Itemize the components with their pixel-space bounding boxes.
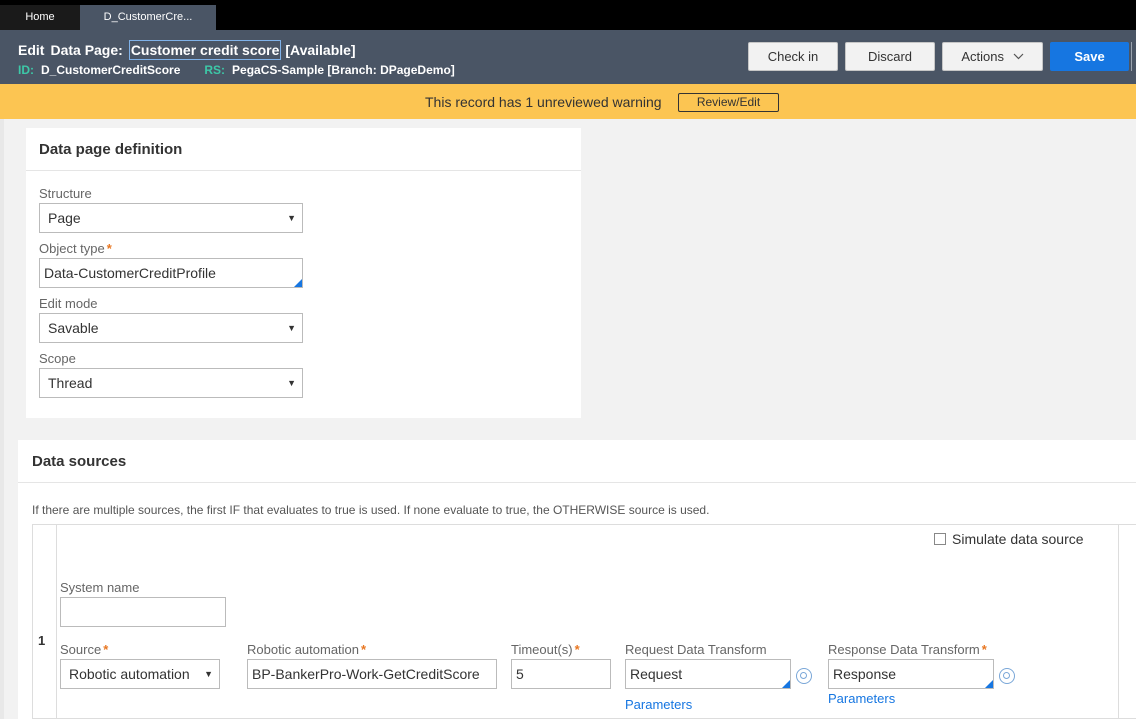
response-data-transform-input[interactable]: Response (828, 659, 994, 689)
id-key: ID: (18, 63, 34, 77)
edit-mode-select[interactable]: Savable ▼ (39, 313, 303, 343)
system-name-input[interactable] (60, 597, 226, 627)
system-name-label: System name (60, 580, 140, 595)
edit-mode-value: Savable (48, 320, 99, 336)
availability-status: [Available] (285, 42, 356, 58)
source-value: Robotic automation (69, 666, 190, 682)
simulate-checkbox[interactable] (934, 533, 946, 545)
rs-key: RS: (204, 63, 226, 77)
warning-banner: This record has 1 unreviewed warning Rev… (0, 84, 1136, 119)
left-edge-handle (0, 119, 4, 719)
tab-data-page[interactable]: D_CustomerCre... (80, 5, 216, 30)
header-divider (1131, 42, 1132, 71)
actions-button[interactable]: Actions (942, 42, 1043, 71)
record-name[interactable]: Customer credit score (128, 40, 282, 60)
structure-label: Structure (39, 186, 92, 201)
definition-heading: Data page definition (26, 128, 581, 171)
structure-select[interactable]: Page ▼ (39, 203, 303, 233)
object-type-label-text: Object type (39, 241, 105, 256)
rule-header: Edit Data Page: Customer credit score [Ava… (0, 30, 1136, 84)
chevron-down-icon (1013, 53, 1024, 60)
warning-text: This record has 1 unreviewed warning (425, 94, 662, 110)
data-sources-heading: Data sources (18, 440, 1136, 483)
row-right-divider (1118, 525, 1119, 719)
dropdown-caret-icon: ▼ (287, 213, 296, 223)
simulate-label: Simulate data source (952, 531, 1084, 547)
response-data-transform-label: Response Data Transform * (828, 642, 987, 657)
required-marker: * (981, 642, 987, 657)
scope-select[interactable]: Thread ▼ (39, 368, 303, 398)
timeout-label-text: Timeout(s) (511, 642, 573, 657)
dropdown-caret-icon: ▼ (287, 323, 296, 333)
dropdown-caret-icon: ▼ (287, 378, 296, 388)
rs-value: PegaCS-Sample [Branch: DPageDemo] (232, 63, 455, 77)
source-label-text: Source (60, 642, 102, 657)
object-type-input[interactable]: Data-CustomerCreditProfile (39, 258, 303, 288)
data-sources-hint: If there are multiple sources, the first… (32, 503, 710, 517)
robotic-automation-input[interactable]: BP-BankerPro-Work-GetCreditScore (247, 659, 497, 689)
crosshair-target-icon[interactable] (796, 668, 812, 684)
edit-mode-label: Edit mode (39, 296, 98, 311)
robotic-automation-label-text: Robotic automation (247, 642, 360, 657)
source-label: Source * (60, 642, 108, 657)
request-data-transform-input[interactable]: Request (625, 659, 791, 689)
dropdown-caret-icon: ▼ (204, 669, 213, 679)
row-number: 1 (38, 633, 46, 648)
required-marker: * (574, 642, 580, 657)
response-parameters-link[interactable]: Parameters (828, 691, 895, 706)
id-value: D_CustomerCreditScore (41, 63, 181, 77)
check-in-button[interactable]: Check in (748, 42, 838, 71)
crosshair-target-icon[interactable] (999, 668, 1015, 684)
timeout-label: Timeout(s) * (511, 642, 580, 657)
data-page-definition-panel: Data page definition Structure Page ▼ Ob… (26, 128, 581, 418)
tab-home[interactable]: Home (0, 5, 80, 30)
review-edit-button[interactable]: Review/Edit (678, 93, 779, 112)
save-button[interactable]: Save (1050, 42, 1129, 71)
required-marker: * (103, 642, 109, 657)
scope-value: Thread (48, 375, 93, 391)
actions-label: Actions (961, 49, 1004, 64)
request-parameters-link[interactable]: Parameters (625, 697, 692, 712)
required-marker: * (361, 642, 367, 657)
required-marker: * (106, 241, 112, 256)
row-number-column: 1 (33, 525, 57, 719)
edit-label: Edit (18, 42, 45, 58)
discard-button[interactable]: Discard (845, 42, 935, 71)
robotic-automation-label: Robotic automation * (247, 642, 366, 657)
simulate-data-source[interactable]: Simulate data source (934, 531, 1084, 547)
request-data-transform-label: Request Data Transform (625, 642, 767, 657)
rule-type-label: Data Page: (50, 42, 123, 58)
tab-bar: Home D_CustomerCre... (0, 0, 1136, 30)
page-title: Edit Data Page: Customer credit score [Ava… (18, 40, 356, 60)
data-sources-panel: Data sources If there are multiple sourc… (18, 440, 1136, 719)
scope-label: Scope (39, 351, 76, 366)
record-identifiers: ID: D_CustomerCreditScore RS: PegaCS-Sample… (18, 63, 479, 77)
data-source-row: 1 Simulate data source System name Sourc… (32, 524, 1136, 719)
object-type-label: Object type * (39, 241, 112, 256)
structure-value: Page (48, 210, 81, 226)
timeout-input[interactable]: 5 (511, 659, 611, 689)
response-data-transform-label-text: Response Data Transform (828, 642, 980, 657)
source-select[interactable]: Robotic automation ▼ (60, 659, 220, 689)
